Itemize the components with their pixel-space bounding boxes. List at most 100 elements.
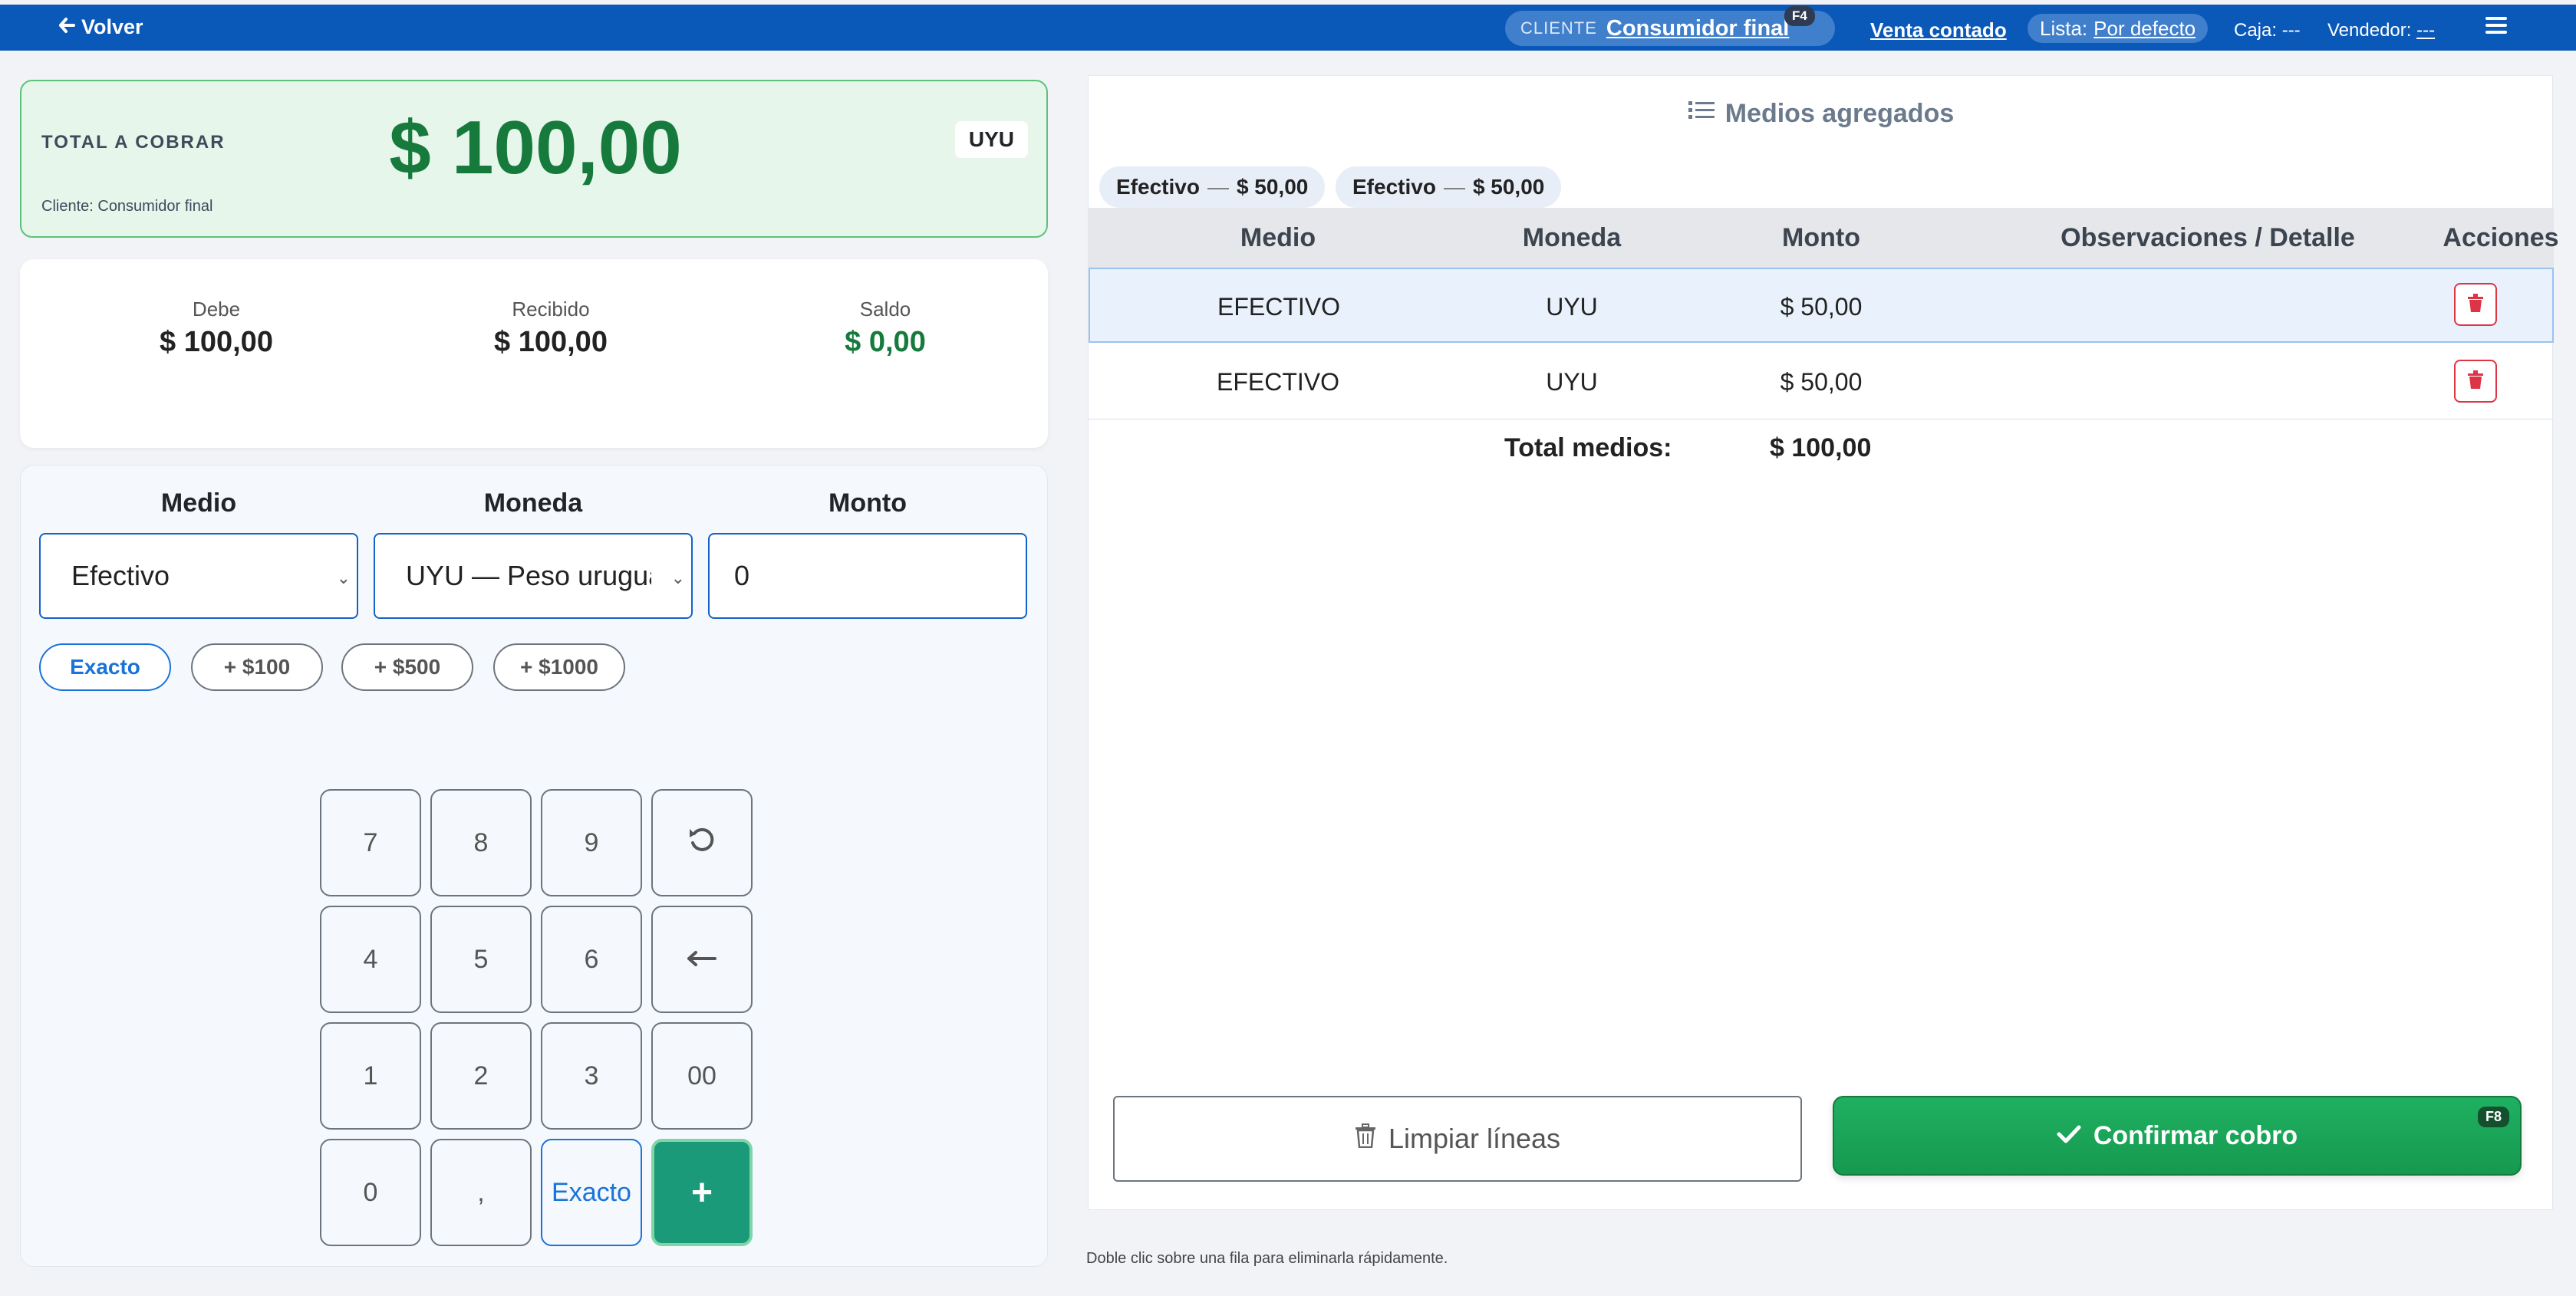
chip-medio: Efectivo	[1116, 175, 1200, 199]
medio-select-value: Efectivo	[71, 560, 170, 591]
delete-row-button[interactable]	[2454, 283, 2497, 326]
currency-badge: UYU	[954, 121, 1028, 158]
recibido-label: Recibido	[512, 298, 590, 321]
seller-value[interactable]: ---	[2416, 20, 2435, 41]
price-list-label: Lista:	[2040, 16, 2088, 40]
client-shortcut-badge: F4	[1784, 6, 1815, 26]
key-exacto[interactable]: Exacto	[541, 1139, 642, 1246]
key-backspace[interactable]	[651, 906, 753, 1013]
confirm-shortcut-badge: F8	[2477, 1107, 2509, 1127]
payment-chip[interactable]: Efectivo — $ 50,00	[1336, 166, 1562, 208]
payment-chip[interactable]: Efectivo — $ 50,00	[1099, 166, 1326, 208]
quick-add-500-button[interactable]: + $500	[341, 643, 473, 691]
total-medios-label: Total medios:	[1504, 433, 1672, 462]
key-comma[interactable]: ,	[430, 1139, 532, 1246]
trash-icon	[2467, 293, 2484, 316]
trash-icon	[1355, 1123, 1376, 1155]
key-6[interactable]: 6	[541, 906, 642, 1013]
arrow-left-icon	[58, 15, 75, 39]
debe-value: $ 100,00	[160, 326, 273, 358]
key-0[interactable]: 0	[320, 1139, 421, 1246]
monto-input-value: 0	[734, 560, 750, 591]
monto-input[interactable]: 0	[708, 533, 1027, 619]
quick-add-100-button[interactable]: + $100	[191, 643, 323, 691]
balance-summary: Debe $ 100,00 Recibido $ 100,00 Saldo $ …	[20, 259, 1048, 448]
payments-title-text: Medios agregados	[1724, 99, 1955, 128]
sale-type-link[interactable]: Venta contado	[1870, 18, 2007, 42]
seller-info: Vendedor: ---	[2327, 20, 2435, 41]
total-amount: $ 100,00	[389, 105, 682, 189]
table-row[interactable]: EFECTIVO UYU $ 50,00	[1089, 268, 2554, 343]
cell-moneda: UYU	[1546, 292, 1598, 321]
confirm-payment-label: Confirmar cobro	[2093, 1120, 2298, 1150]
top-bar: Volver CLIENTE Consumidor final F4 Venta…	[0, 5, 2576, 51]
cell-medio: EFECTIVO	[1216, 367, 1339, 396]
cell-moneda: UYU	[1546, 367, 1598, 396]
cell-observaciones	[1966, 269, 2449, 344]
back-button[interactable]: Volver	[58, 15, 143, 39]
key-2[interactable]: 2	[430, 1022, 532, 1130]
payments-title: Medios agregados	[1089, 99, 2554, 129]
saldo-block: Saldo $ 0,00	[770, 298, 1000, 359]
cell-monto: $ 50,00	[1780, 367, 1863, 396]
clear-lines-button[interactable]: Limpiar líneas	[1113, 1096, 1802, 1182]
chip-amount: $ 50,00	[1236, 175, 1309, 199]
list-icon	[1688, 99, 1715, 129]
hamburger-menu-icon[interactable]	[2485, 17, 2507, 34]
chevron-down-icon: ⌄	[336, 568, 351, 587]
chip-separator: —	[1443, 175, 1465, 199]
debe-label: Debe	[192, 298, 241, 321]
delete-hint: Doble clic sobre una fila para eliminarl…	[1086, 1250, 1448, 1267]
back-label: Volver	[81, 15, 143, 38]
total-card: TOTAL A COBRAR $ 100,00 UYU Cliente: Con…	[20, 80, 1048, 238]
saldo-value: $ 0,00	[845, 326, 926, 358]
price-list-value[interactable]: Por defecto	[2093, 17, 2196, 41]
moneda-select-value: UYU — Peso uruguayo	[406, 560, 651, 591]
debe-block: Debe $ 100,00	[101, 298, 331, 359]
key-reset[interactable]	[651, 789, 753, 896]
recibido-value: $ 100,00	[494, 326, 608, 358]
chip-amount: $ 50,00	[1472, 175, 1545, 199]
key-3[interactable]: 3	[541, 1022, 642, 1130]
key-1[interactable]: 1	[320, 1022, 421, 1130]
delete-row-button[interactable]	[2454, 360, 2497, 403]
col-acciones: Acciones	[2443, 222, 2559, 252]
key-add[interactable]: +	[651, 1139, 753, 1246]
key-5[interactable]: 5	[430, 906, 532, 1013]
cell-observaciones	[1966, 344, 2449, 419]
cell-monto: $ 50,00	[1780, 292, 1863, 321]
seller-label: Vendedor:	[2327, 20, 2412, 41]
client-label: CLIENTE	[1520, 18, 1597, 38]
key-9[interactable]: 9	[541, 789, 642, 896]
payments-panel: Medios agregados Efectivo — $ 50,00 Efec…	[1088, 75, 2559, 1210]
total-client: Cliente: Consumidor final	[41, 198, 213, 215]
col-medio: Medio	[1240, 222, 1316, 252]
quick-exacto-button[interactable]: Exacto	[39, 643, 171, 691]
trash-icon	[2467, 370, 2484, 393]
col-moneda: Moneda	[1522, 222, 1622, 252]
payment-entry-card: Medio Moneda Monto Efectivo ⌄ UYU — Peso…	[20, 465, 1048, 1267]
key-00[interactable]: 00	[651, 1022, 753, 1130]
key-7[interactable]: 7	[320, 789, 421, 896]
chevron-down-icon: ⌄	[670, 568, 685, 587]
key-4[interactable]: 4	[320, 906, 421, 1013]
moneda-select[interactable]: UYU — Peso uruguayo ⌄	[374, 533, 693, 619]
total-medios-value: $ 100,00	[1770, 433, 1872, 462]
quick-add-1000-button[interactable]: + $1000	[493, 643, 625, 691]
price-list-selector[interactable]: Lista: Por defecto	[2028, 14, 2209, 43]
medio-select[interactable]: Efectivo ⌄	[39, 533, 358, 619]
client-value[interactable]: Consumidor final	[1606, 16, 1789, 41]
medio-heading: Medio	[160, 488, 237, 518]
backspace-arrow-icon	[687, 945, 717, 975]
table-header: Medio Moneda Monto Observaciones / Detal…	[1089, 208, 2559, 268]
confirm-payment-button[interactable]: Confirmar cobro F8	[1833, 1096, 2522, 1176]
key-8[interactable]: 8	[430, 789, 532, 896]
col-monto: Monto	[1782, 222, 1860, 252]
moneda-heading: Moneda	[483, 488, 583, 518]
clear-lines-label: Limpiar líneas	[1388, 1123, 1561, 1154]
table-row[interactable]: EFECTIVO UYU $ 50,00	[1089, 344, 2554, 419]
cell-medio: EFECTIVO	[1217, 292, 1340, 321]
monto-heading: Monto	[828, 488, 907, 518]
chip-medio: Efectivo	[1352, 175, 1436, 199]
check-icon	[2057, 1121, 2081, 1151]
